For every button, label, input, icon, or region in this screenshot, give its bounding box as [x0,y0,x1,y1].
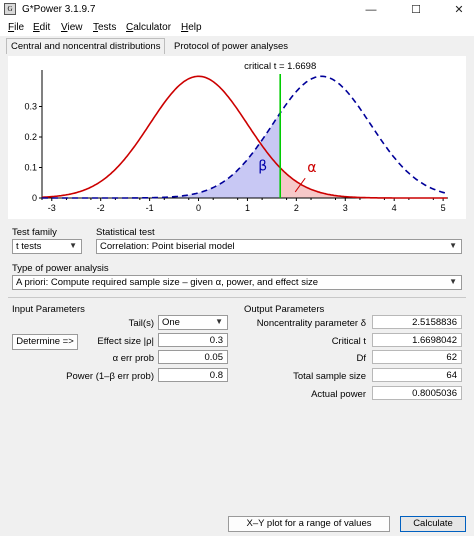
x-tick-label: -3 [48,203,56,213]
x-tick-label: 2 [294,203,299,213]
effect-size-label: Effect size |ρ| [97,336,154,347]
y-tick-label: 0.1 [24,163,37,173]
y-tick-label: 0.3 [24,102,37,112]
alpha-label: α [307,160,316,176]
test-family-select[interactable]: t tests ▼ [12,239,82,254]
noncentrality-label: Noncentrality parameter δ [256,318,366,329]
tails-label: Tail(s) [128,318,154,329]
beta-label: β [258,159,267,175]
power-analysis-value: A priori: Compute required sample size –… [16,277,319,288]
x-tick-label: -1 [146,203,154,213]
menu-calculator[interactable]: Calculator [126,22,171,33]
input-parameters-title: Input Parameters [12,304,85,315]
x-tick-label: 0 [196,203,201,213]
distribution-chart: -3 -2 -1 0 1 2 3 4 5 0 0.1 0.2 0.3 critical t = 1.669… [24,61,448,213]
power-analysis-select[interactable]: A priori: Compute required sample size –… [12,275,462,290]
menu-file[interactable]: File [8,22,24,33]
power-label: Power (1–β err prob) [66,371,154,382]
df-label: Df [356,353,367,364]
statistical-test-select[interactable]: Correlation: Point biserial model ▼ [96,239,462,254]
chevron-down-icon: ▼ [69,241,77,250]
menu-edit[interactable]: Edit [33,22,50,33]
y-tick-label: 0 [32,193,37,203]
effect-size-input[interactable]: 0.3 [158,333,228,347]
alpha-input[interactable]: 0.05 [158,350,228,364]
menu-help[interactable]: Help [181,22,202,33]
output-parameters-title: Output Parameters [244,304,325,315]
alpha-label: α err prob [112,353,154,364]
tab-protocol[interactable]: Protocol of power analyses [174,41,288,52]
test-family-value: t tests [16,241,42,252]
divider [8,297,466,298]
calculate-button[interactable]: Calculate [400,516,466,532]
xy-plot-button[interactable]: X–Y plot for a range of values [228,516,390,532]
app-icon: G [4,3,16,15]
test-family-label: Test family [12,227,57,238]
x-tick-label: 4 [392,203,397,213]
x-tick-label: 1 [245,203,250,213]
determine-button[interactable]: Determine => [12,334,78,350]
chevron-down-icon: ▼ [215,317,223,326]
chevron-down-icon: ▼ [449,241,457,250]
df-value: 62 [372,350,462,364]
power-analysis-label: Type of power analysis [12,263,109,274]
statistical-test-label: Statistical test [96,227,155,238]
statistical-test-value: Correlation: Point biserial model [100,241,235,252]
menu-view[interactable]: View [61,22,83,33]
window-title: G*Power 3.1.9.7 [22,4,96,15]
x-tick-label: 3 [343,203,348,213]
tails-select[interactable]: One ▼ [158,315,228,330]
critical-t-label: critical t = 1.6698 [244,61,316,72]
actual-power-value: 0.8005036 [372,386,462,400]
actual-power-label: Actual power [311,389,366,400]
total-sample-size-label: Total sample size [293,371,366,382]
noncentrality-value: 2.5158836 [372,315,462,329]
total-sample-size-value: 64 [372,368,462,382]
menu-tests[interactable]: Tests [93,22,116,33]
y-tick-label: 0.2 [24,132,37,142]
chevron-down-icon: ▼ [449,277,457,286]
tab-distributions[interactable]: Central and noncentral distributions [6,38,166,54]
close-button[interactable]: ✕ [446,1,472,19]
beta-region [42,112,281,198]
distribution-chart-panel: -3 -2 -1 0 1 2 3 4 5 0 0.1 0.2 0.3 critical t = 1.669… [8,56,466,219]
critical-t-label: Critical t [331,336,366,347]
tails-value: One [162,317,180,328]
power-input[interactable]: 0.8 [158,368,228,382]
x-tick-label: 5 [441,203,446,213]
maximize-button[interactable]: ☐ [403,1,429,19]
critical-t-value: 1.6698042 [372,333,462,347]
minimize-button[interactable]: — [358,1,384,19]
x-tick-label: -2 [97,203,105,213]
